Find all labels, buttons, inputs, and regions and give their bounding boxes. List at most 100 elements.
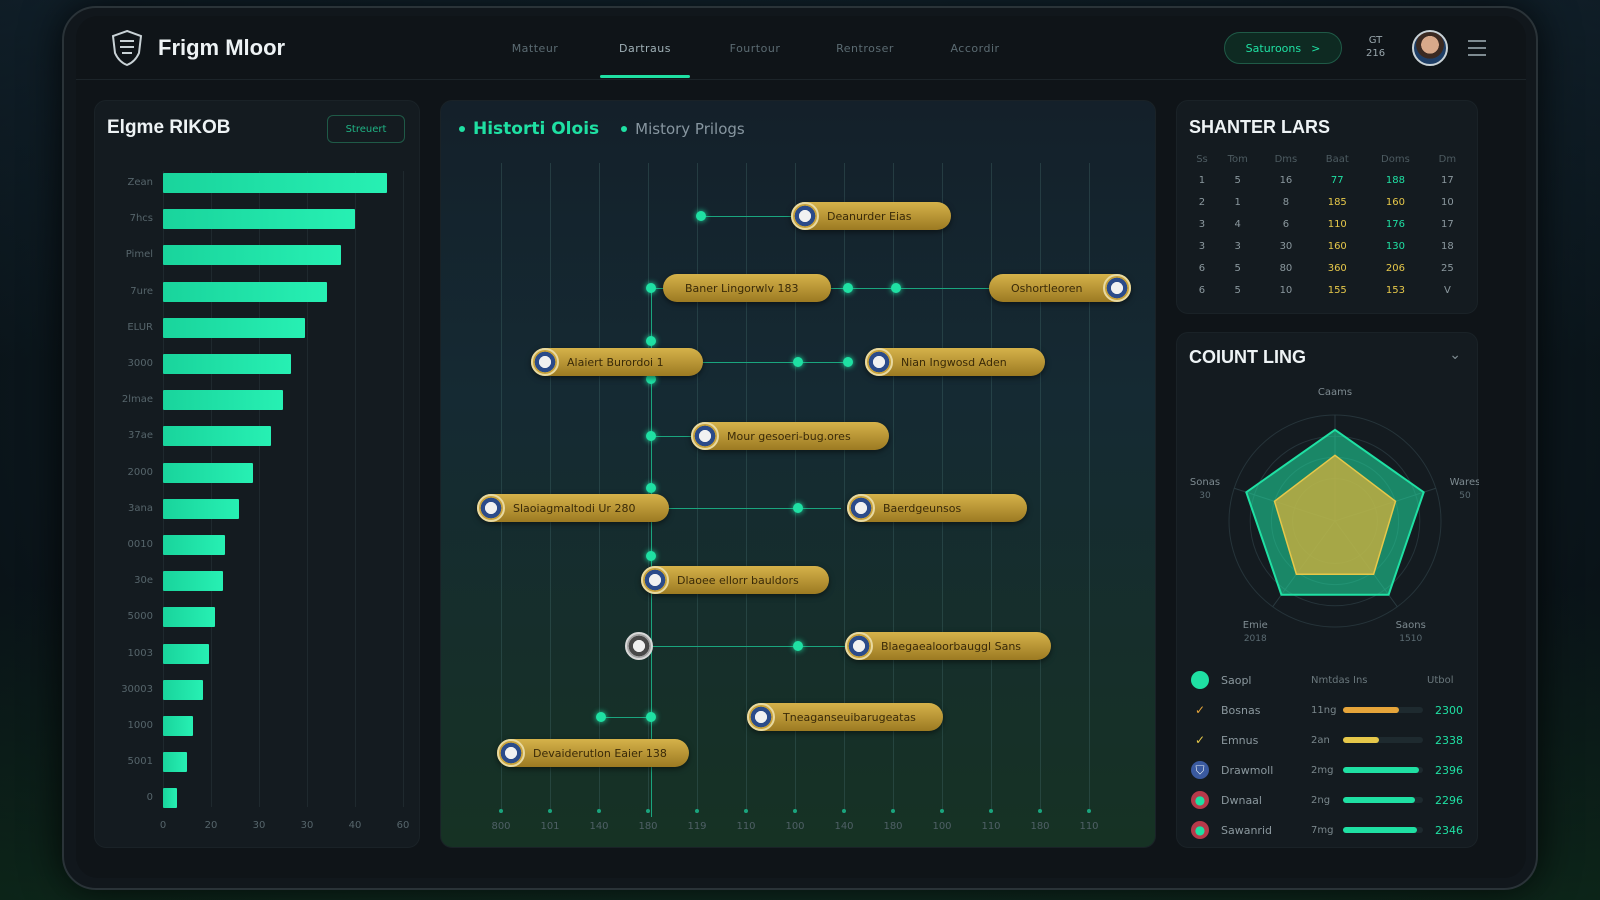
timeline-node[interactable] [843,283,853,293]
timeline-node[interactable] [843,357,853,367]
stat-row[interactable]: ✓ Emnus 2an 2338 [1191,727,1467,753]
timeline-event[interactable]: Dlaoee ellorr bauldors [641,566,829,594]
tab-accordir[interactable]: Accordir [920,16,1030,80]
table-row[interactable]: 2 1 8 185 160 10 [1189,191,1467,213]
radar-axis-label: Wares [1450,477,1479,488]
table-cell: 130 [1385,240,1405,252]
bar[interactable] [163,209,355,230]
table-cell: 206 [1385,262,1405,274]
y-tick-label: Zean [127,177,153,188]
timeline-node[interactable] [646,336,656,346]
grid-line [550,163,551,811]
column-header[interactable]: Doms [1363,149,1428,169]
event-label: Oshortleoren [1011,281,1083,295]
bar[interactable] [163,752,187,773]
bar[interactable] [163,788,177,809]
column-header[interactable]: Baat [1311,149,1363,169]
avatar[interactable] [1412,30,1448,66]
timeline-node[interactable] [793,357,803,367]
table-row[interactable]: 6 5 80 360 206 25 [1189,257,1467,279]
x-tick-label: 30 [252,820,266,831]
stat-row[interactable]: ⛉ Drawmoll 2mg 2396 [1191,757,1467,783]
column-header[interactable]: Dm [1428,149,1467,169]
saturoons-button[interactable]: Saturoons > [1224,32,1342,64]
stat-row[interactable]: ● Sawanrid 7mg 2346 [1191,817,1467,843]
bar[interactable] [163,607,215,628]
bar[interactable] [163,716,193,736]
streuert-button[interactable]: Streuert [327,115,405,143]
bar[interactable] [163,571,223,592]
table-row[interactable]: 1 5 16 77 188 17 [1189,169,1467,191]
bar[interactable] [163,354,291,374]
column-header[interactable]: Ss [1189,149,1215,169]
tab-fourtour[interactable]: Fourtour [700,16,810,80]
stat-name: Sawanrid [1221,823,1272,837]
timeline-event[interactable]: Baner Lingorwlv 183 [663,274,831,302]
x-tick-label: 140 [589,821,609,832]
timeline-node[interactable] [793,503,803,513]
timeline-node[interactable] [891,283,901,293]
y-tick-label: 3ana [128,502,153,514]
check-icon: ✓ [1194,703,1206,717]
bar[interactable] [163,281,327,302]
x-tick-label: 110 [736,821,756,832]
column-header[interactable]: Tom [1215,149,1261,169]
header-stat: GT 216 [1366,34,1385,60]
column-header[interactable]: Dms [1261,149,1312,169]
timeline-node[interactable] [646,712,656,722]
timeline-node[interactable] [646,283,656,293]
hamburger-menu-icon[interactable] [1468,40,1486,56]
timeline-event[interactable]: Slaoiagmaltodi Ur 280 [477,494,669,522]
stat-row[interactable]: ● Dwnaal 2ng 2296 [1191,787,1467,813]
table-row[interactable]: 6 5 10 155 153 V [1189,279,1467,301]
bar[interactable] [163,426,271,447]
table-cell: 2 [1198,196,1206,208]
bar[interactable] [163,317,305,338]
timeline-event[interactable]: Baerdgeunsos [847,494,1027,522]
tab-dartraus[interactable]: Dartraus [590,16,700,80]
shooter-table: Ss Tom Dms Baat Doms Dm 1 5 16 77 188 17 2 1 8 185 160 1… [1189,149,1467,301]
timeline-event[interactable]: Blaegaealoorbauggl Sans [845,632,1051,660]
stat-row[interactable]: Saopl Nmtdas Ins Utbol [1191,667,1467,693]
brand[interactable]: Frigm Mloor [110,29,285,67]
stat-row[interactable]: ✓ Bosnas 11ng 2300 [1191,697,1467,723]
y-tick-label: 3000 [127,358,153,369]
legend-primary[interactable]: Historti Olois [473,119,599,139]
x-axis-dot [1038,809,1042,813]
stat-number: 2296 [1435,793,1463,807]
club-badge-icon [531,348,559,376]
timeline-event[interactable]: Tneaganseuibarugeatas [747,703,943,731]
timeline-node[interactable] [793,641,803,651]
timeline-event[interactable]: Nian Ingwosd Aden [865,348,1045,376]
connector-line [601,717,651,718]
bar[interactable] [163,462,253,483]
timeline-node[interactable] [646,551,656,561]
bar[interactable] [163,390,283,411]
timeline-event[interactable]: Deanurder Eias [791,202,951,230]
stat-track [1343,767,1423,773]
timeline-event[interactable]: Devaiderutlon Eaier 138 [497,739,689,767]
tab-matteur[interactable]: Matteur [480,16,590,80]
legend-secondary[interactable]: Mistory Prilogs [635,120,745,138]
timeline-node[interactable] [596,712,606,722]
timeline-node[interactable] [646,483,656,493]
timeline-event[interactable]: Oshortleoren [989,274,1131,302]
bar[interactable] [163,498,239,519]
timeline-node[interactable] [696,211,706,221]
y-tick-label: 0 [146,792,153,804]
timeline-node[interactable] [646,431,656,441]
bar[interactable] [163,535,225,555]
bar[interactable] [163,679,203,700]
timeline-event[interactable]: Mour gesoeri-bug.ores [691,422,889,450]
bar[interactable] [163,173,387,193]
tab-rentroser[interactable]: Rentroser [810,16,920,80]
table-row[interactable]: 3 4 6 110 176 17 [1189,213,1467,235]
table-row[interactable]: 3 3 30 160 130 18 [1189,235,1467,257]
bar[interactable] [163,245,341,266]
legend-dot-primary [459,126,465,132]
shield-logo-icon [111,29,143,66]
stat-value: 2ng [1311,794,1331,806]
action-label: Saturoons [1245,41,1302,55]
timeline-event[interactable]: Alaiert Burordoi 1 [531,348,703,376]
bar[interactable] [163,643,209,664]
